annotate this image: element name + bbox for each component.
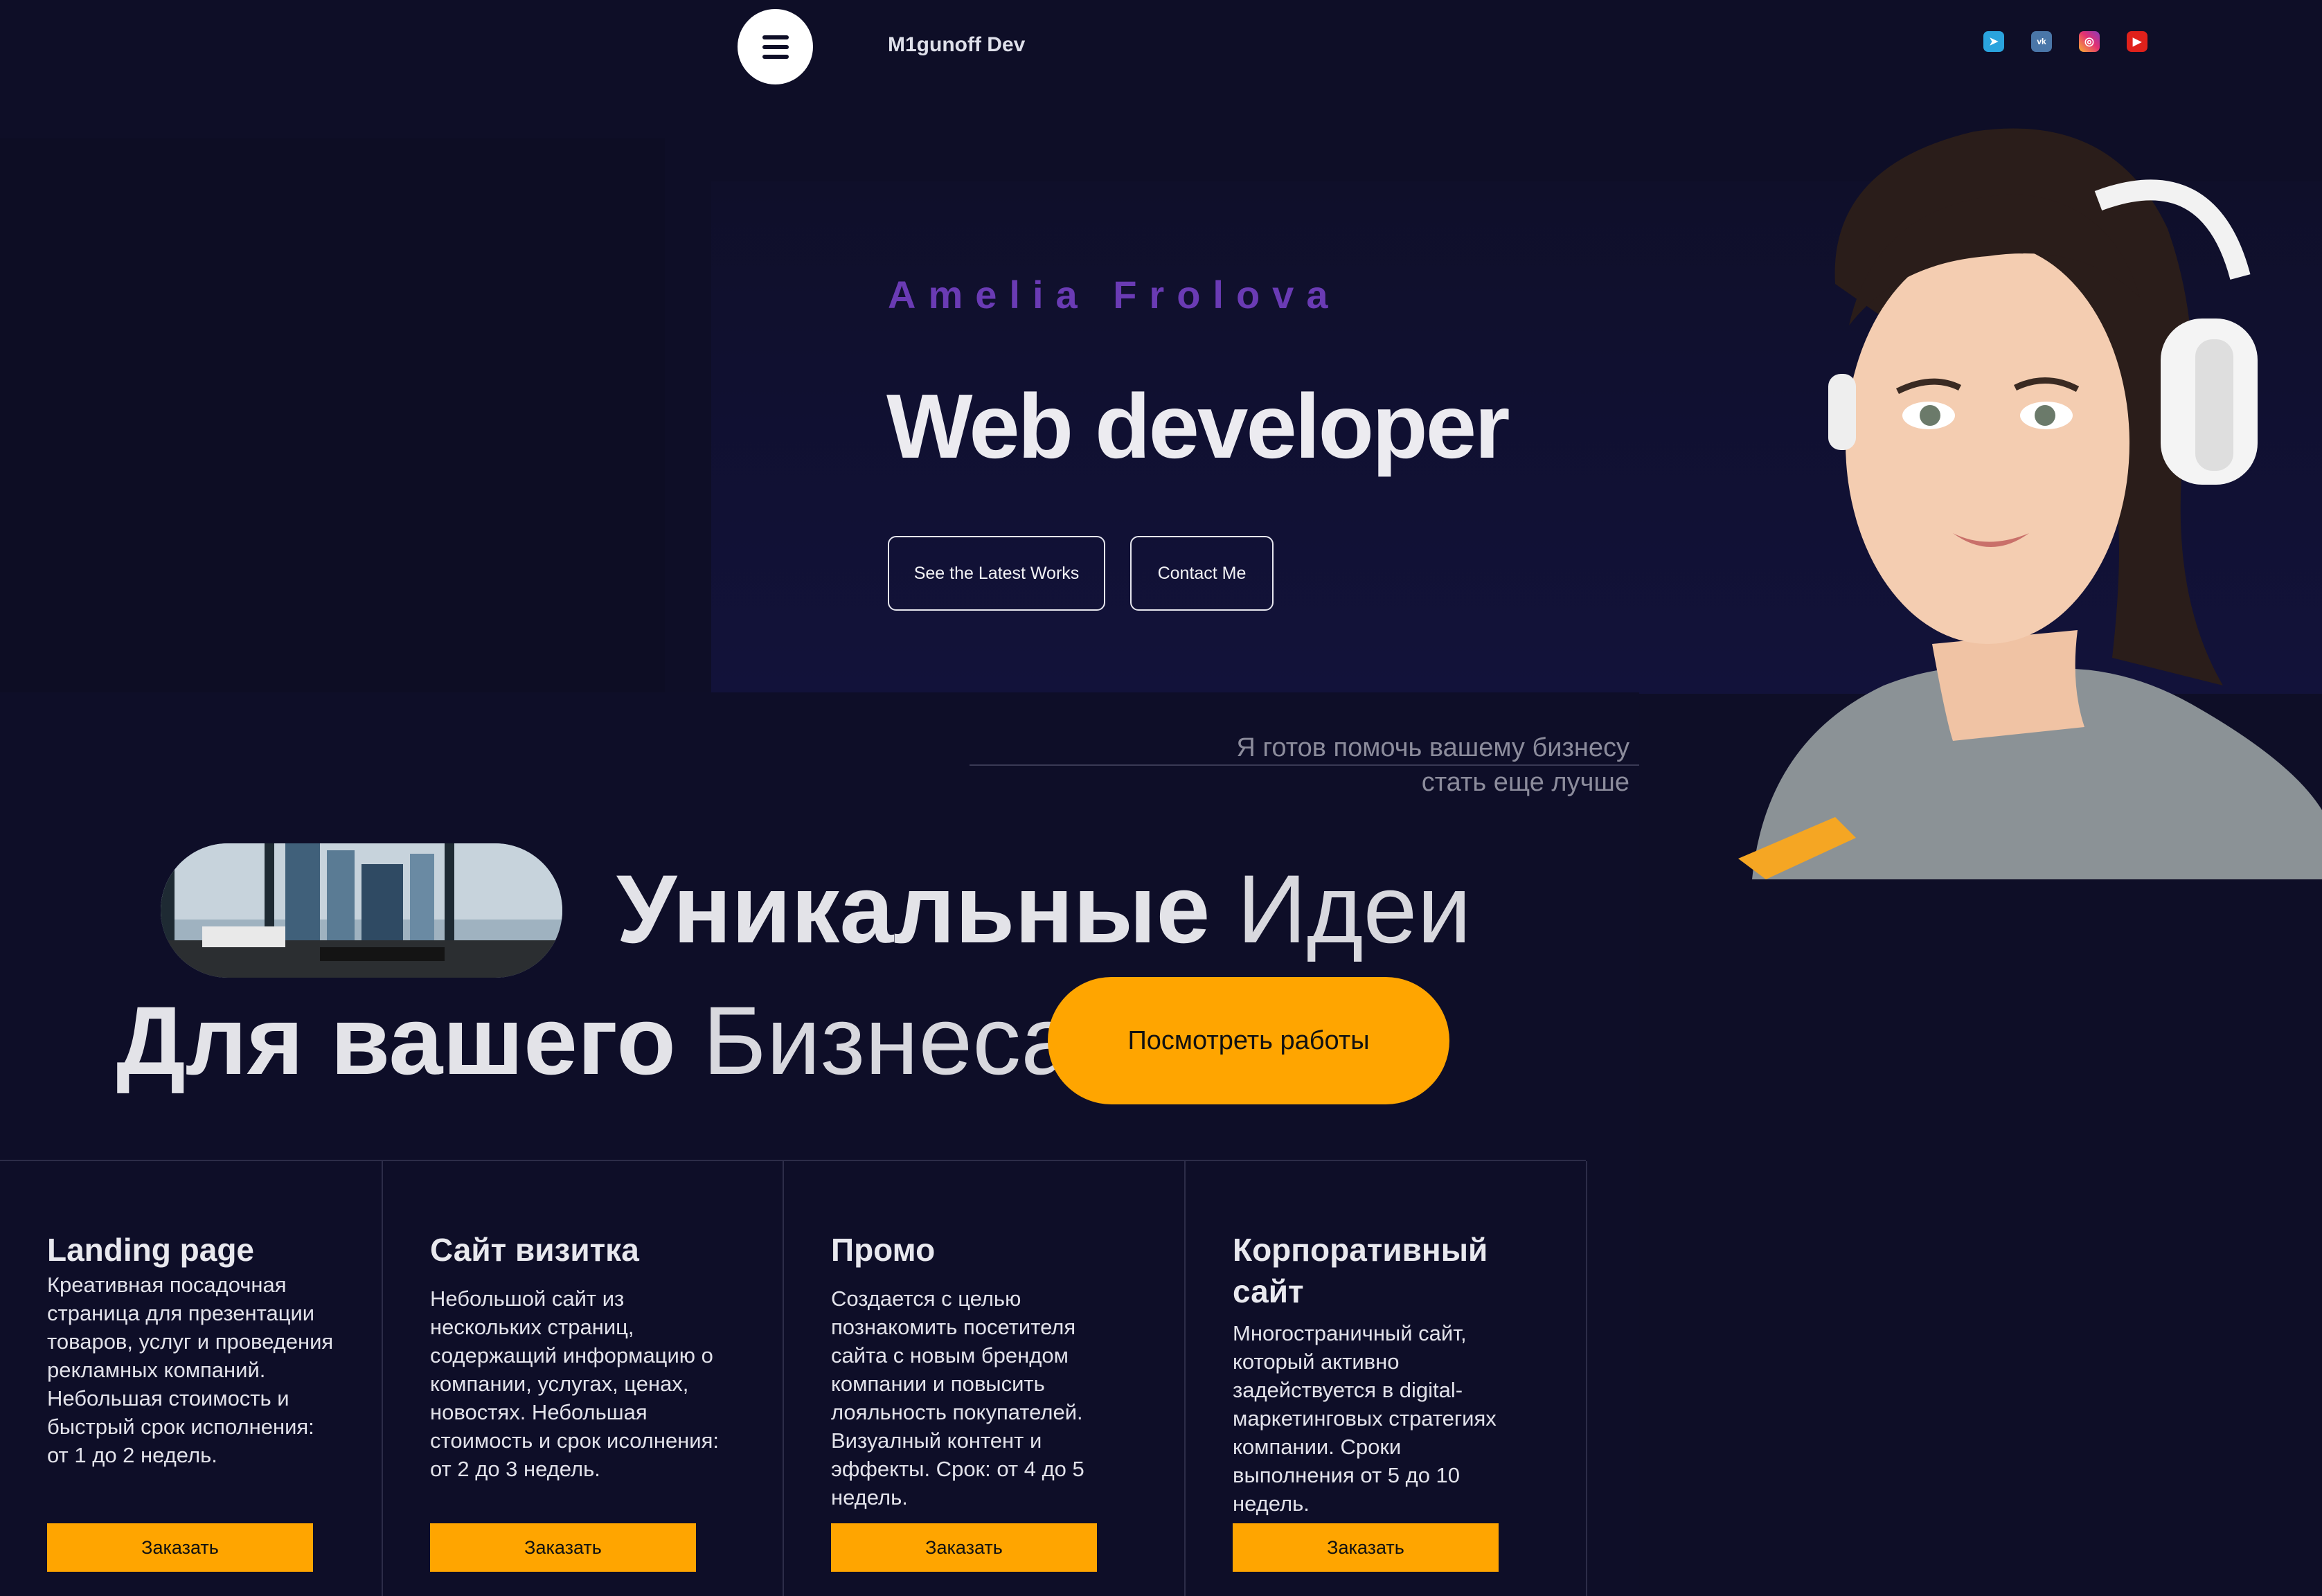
- page: M1gunoff Dev ➤ vk ◎ ▶ Amelia Frolova Web…: [0, 0, 2322, 1596]
- service-title: Промо: [831, 1232, 936, 1268]
- vk-icon[interactable]: vk: [2031, 31, 2052, 52]
- contact-button[interactable]: Contact Me: [1130, 536, 1274, 611]
- page-title: Web developer: [886, 375, 1510, 477]
- portrait-image: [1738, 128, 2322, 879]
- order-button[interactable]: Заказать: [47, 1523, 313, 1572]
- service-description: Многостраничный сайт, который активно за…: [1233, 1321, 1497, 1516]
- headline-1-bold: Уникальные: [616, 854, 1211, 963]
- service-description: Создается с целью познакомить посетителя…: [831, 1286, 1084, 1509]
- telegram-icon[interactable]: ➤: [1983, 31, 2004, 52]
- service-title: Landing page: [47, 1232, 254, 1268]
- service-card: Landing page Креативная посадочная стран…: [0, 1161, 383, 1596]
- service-card: Сайт визитка Небольшой сайт из нескольки…: [383, 1161, 784, 1596]
- service-title: Корпоративный сайт: [1233, 1232, 1488, 1309]
- social-links: ➤ vk ◎ ▶: [1983, 31, 2147, 52]
- menu-button[interactable]: [738, 9, 813, 84]
- site-logo[interactable]: M1gunoff Dev: [888, 33, 1025, 57]
- latest-works-button[interactable]: See the Latest Works: [888, 536, 1105, 611]
- service-title: Сайт визитка: [430, 1232, 639, 1268]
- headline-2-light: Бизнеса: [702, 986, 1075, 1095]
- headline-line-2: Для вашего Бизнеса: [116, 989, 1075, 1093]
- order-button[interactable]: Заказать: [831, 1523, 1097, 1572]
- headline-1-light: Идеи: [1237, 854, 1472, 963]
- headline-line-1: Уникальные Идеи: [616, 857, 1472, 961]
- order-button[interactable]: Заказать: [1233, 1523, 1499, 1572]
- service-description: Небольшой сайт из нескольких страниц, со…: [430, 1286, 720, 1481]
- office-image: [161, 843, 562, 978]
- view-works-button[interactable]: Посмотреть работы: [1048, 977, 1449, 1104]
- services-grid: Landing page Креативная посадочная стран…: [0, 1160, 1587, 1596]
- background-shade: [0, 138, 665, 692]
- youtube-icon[interactable]: ▶: [2127, 31, 2147, 52]
- tagline-line-2: стать еще лучше: [1421, 768, 1629, 797]
- developer-name: Amelia Frolova: [888, 273, 1341, 316]
- divider: [970, 764, 1639, 766]
- tagline-line-1: Я готов помочь вашему бизнесу: [1236, 733, 1629, 762]
- instagram-icon[interactable]: ◎: [2079, 31, 2100, 52]
- service-card: Корпоративный сайт Многостраничный сайт,…: [1186, 1161, 1587, 1596]
- service-description: Креативная посадочная страница для презе…: [47, 1273, 334, 1467]
- service-card: Промо Создается с целью познакомить посе…: [784, 1161, 1186, 1596]
- hamburger-icon: [762, 35, 789, 59]
- headline-2-bold: Для вашего: [116, 986, 676, 1095]
- order-button[interactable]: Заказать: [430, 1523, 696, 1572]
